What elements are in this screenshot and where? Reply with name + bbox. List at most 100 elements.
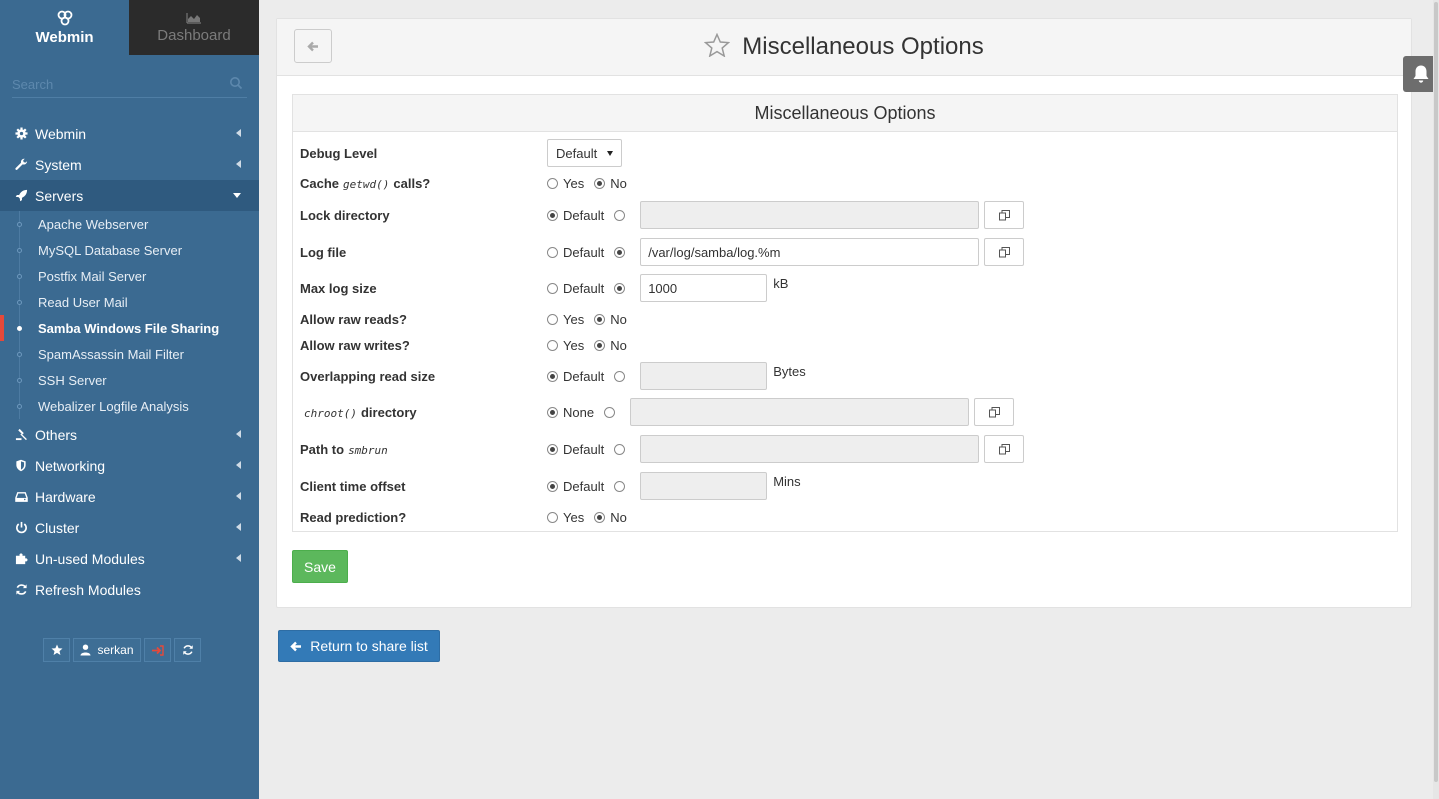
sidebar-subitem-mysql[interactable]: MySQL Database Server [0,237,259,263]
radio-label: None [563,404,595,420]
chevron-left-icon [236,461,241,469]
sidebar-subitem-postfix[interactable]: Postfix Mail Server [0,263,259,289]
label-debug-level: Debug Level [300,145,378,161]
cache-getwd-no-radio[interactable] [594,177,606,189]
sidebar-item-system[interactable]: System [0,149,259,180]
user-icon [80,644,91,656]
overlapping-read-size-custom-radio[interactable] [614,370,626,382]
sidebar-item-others[interactable]: Others [0,419,259,450]
scrollbar-thumb[interactable] [1434,2,1438,782]
search-input[interactable] [12,72,247,96]
lock-directory-control: Default [547,201,1025,229]
sidebar-subitem-read-user-mail[interactable]: Read User Mail [0,289,259,315]
chroot-directory-input[interactable] [630,398,970,426]
log-file-custom-radio[interactable] [614,246,626,258]
radio-label: Default [563,207,605,223]
cache-getwd-control: Yes No [547,176,637,191]
sidebar-item-hardware[interactable]: Hardware [0,481,259,512]
bullet-icon [17,300,22,305]
read-prediction-yes-radio[interactable] [547,511,558,523]
allow-raw-writes-control: Yes No [547,338,637,353]
sidebar-item-label: Servers [35,187,84,204]
label-part: Cache [300,175,340,191]
radio-label: Default [563,441,605,457]
sidebar-item-cluster[interactable]: Cluster [0,512,259,543]
tab-dashboard[interactable]: Dashboard [129,0,259,55]
max-log-size-input[interactable]: 1000 [640,274,768,302]
lock-directory-browse-button[interactable] [984,201,1025,229]
overlapping-read-size-input[interactable] [640,362,768,390]
overlapping-read-size-default-radio[interactable] [547,370,558,382]
favorites-button[interactable] [43,638,70,662]
tab-dashboard-label: Dashboard [157,26,231,44]
chroot-directory-none-radio[interactable] [547,406,558,418]
radio-label: No [610,337,627,353]
tab-webmin[interactable]: Webmin [0,0,129,55]
client-time-offset-control: Default Mins [547,472,801,500]
log-file-browse-button[interactable] [984,238,1025,266]
label-max-log-size: Max log size [300,280,377,296]
sidebar-subitem-webalizer[interactable]: Webalizer Logfile Analysis [0,393,259,419]
user-button[interactable]: serkan [73,638,141,662]
radio-label: Default [563,478,605,494]
sidebar-item-refresh-modules[interactable]: Refresh Modules [0,574,259,605]
chroot-directory-custom-radio[interactable] [604,406,616,418]
lock-directory-input[interactable] [640,201,980,229]
sidebar-subitem-samba[interactable]: Samba Windows File Sharing [0,315,259,341]
refresh-icon [182,645,193,655]
allow-raw-reads-yes-radio[interactable] [547,313,558,325]
client-time-offset-input[interactable] [640,472,768,500]
sidebar-item-servers[interactable]: Servers [0,180,259,211]
search-icon[interactable] [229,76,243,90]
chroot-directory-browse-button[interactable] [974,398,1015,426]
unit-label: kB [773,276,789,291]
path-to-smbrun-browse-button[interactable] [984,435,1025,463]
allow-raw-writes-yes-radio[interactable] [547,339,558,351]
label-path-to-smbrun: Path to smbrun [300,442,540,457]
chevron-left-icon [236,554,241,562]
favorite-star-icon[interactable] [704,33,731,57]
allow-raw-reads-no-radio[interactable] [594,313,606,325]
max-log-size-default-radio[interactable] [547,282,558,294]
label-lock-directory: Lock directory [300,207,390,223]
section-title: Miscellaneous Options [293,95,1397,132]
sidebar-subitem-spamassassin[interactable]: SpamAssassin Mail Filter [0,341,259,367]
reload-button[interactable] [174,638,201,662]
log-file-default-radio[interactable] [547,246,558,258]
debug-level-select[interactable]: Default [547,139,623,167]
client-time-offset-custom-radio[interactable] [614,480,626,492]
max-log-size-custom-radio[interactable] [614,282,626,294]
lock-directory-default-radio[interactable] [547,209,558,221]
chevron-left-icon [236,492,241,500]
path-to-smbrun-custom-radio[interactable] [614,443,626,455]
bullet-icon [17,352,22,357]
logout-button[interactable] [144,638,171,662]
return-to-share-list-button[interactable]: Return to share list [278,630,440,662]
sidebar-subitem-apache[interactable]: Apache Webserver [0,211,259,237]
lock-directory-custom-radio[interactable] [614,209,626,221]
path-to-smbrun-input[interactable] [640,435,980,463]
radio-label: Yes [563,311,585,327]
label-allow-raw-writes: Allow raw writes? [300,337,410,353]
log-file-input[interactable]: /var/log/samba/log.%m [640,238,980,266]
chevron-left-icon [236,523,241,531]
subitem-label: Postfix Mail Server [38,268,147,284]
sidebar-subitem-ssh[interactable]: SSH Server [0,367,259,393]
allow-raw-writes-no-radio[interactable] [594,339,606,351]
sidebar-item-webmin[interactable]: Webmin [0,118,259,149]
sidebar-item-label: Webmin [35,125,87,142]
code-text: smbrun [348,443,388,457]
debug-level-value: Default [556,145,598,161]
path-to-smbrun-default-radio[interactable] [547,443,558,455]
bullet-icon [17,378,22,383]
cache-getwd-yes-radio[interactable] [547,177,558,189]
sidebar-item-networking[interactable]: Networking [0,450,259,481]
sidebar-item-unused-modules[interactable]: Un-used Modules [0,543,259,574]
subitem-label: SSH Server [38,372,107,388]
read-prediction-no-radio[interactable] [594,511,606,523]
bullet-icon [17,326,22,331]
save-button[interactable]: Save [292,550,348,583]
read-prediction-control: Yes No [547,510,637,525]
bullet-icon [17,248,22,253]
client-time-offset-default-radio[interactable] [547,480,558,492]
